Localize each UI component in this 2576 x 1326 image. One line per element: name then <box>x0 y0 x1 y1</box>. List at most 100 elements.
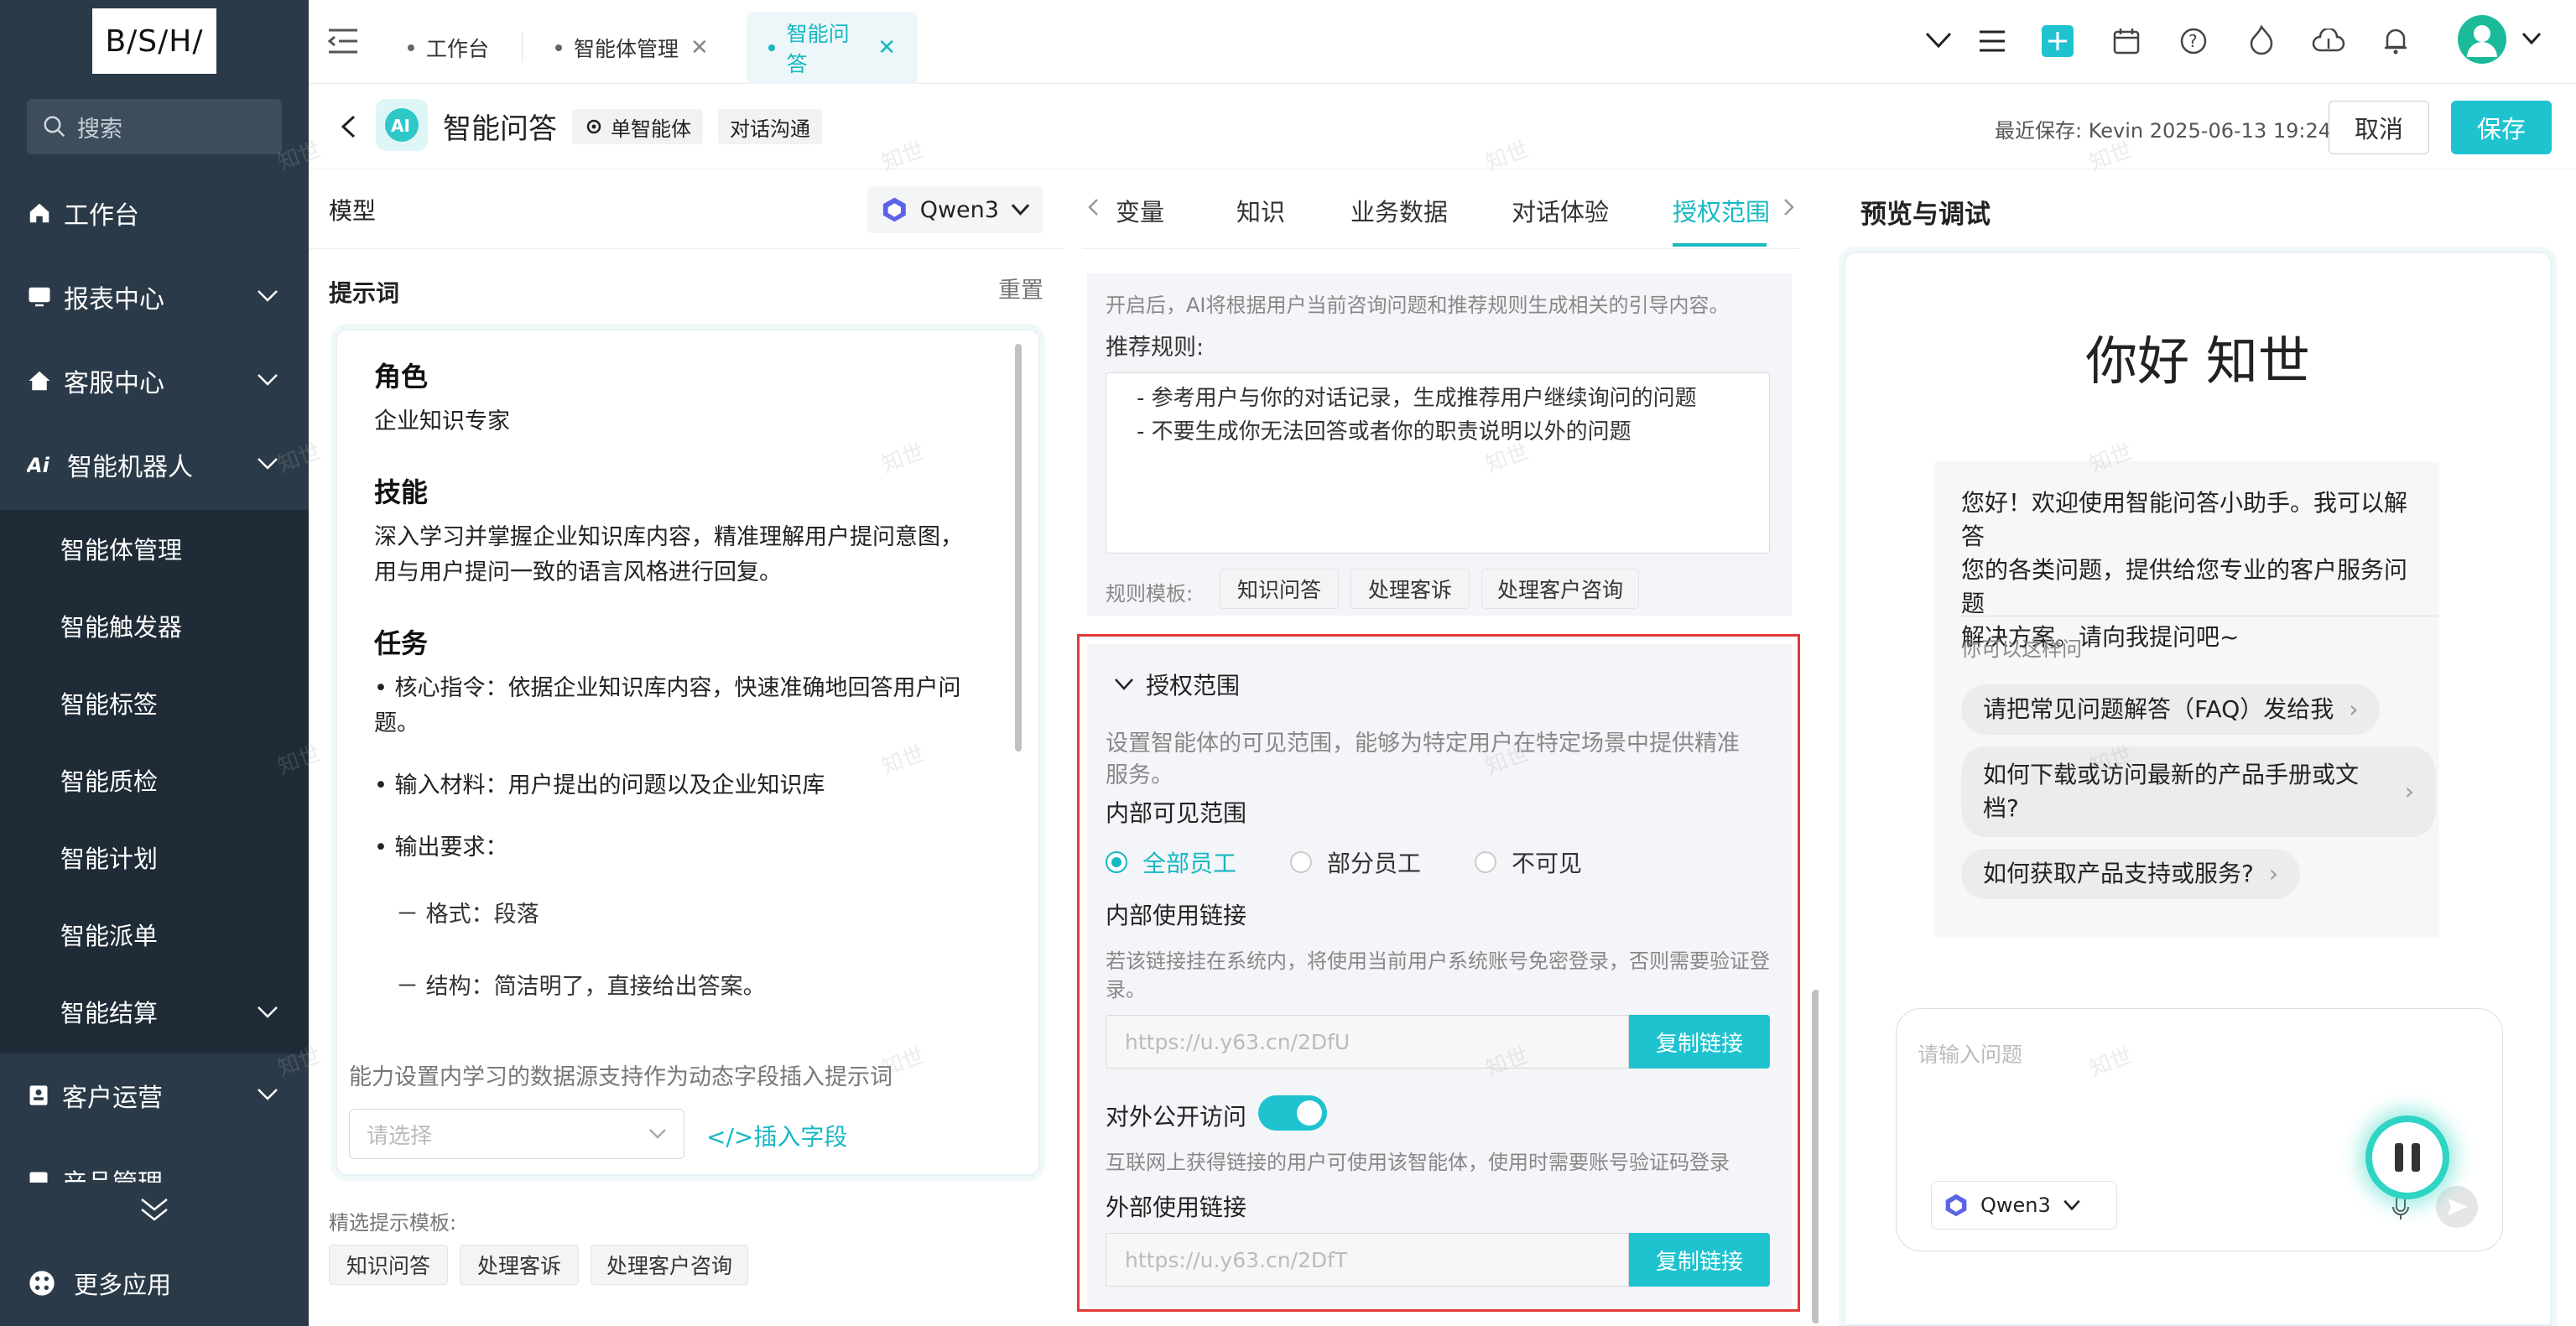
chevron-down-icon[interactable] <box>2521 32 2542 45</box>
pause-bar <box>2395 1143 2403 1172</box>
tab-workbench[interactable]: 工作台 <box>386 12 511 84</box>
back-icon[interactable] <box>339 114 357 139</box>
public-access-toggle[interactable] <box>1258 1095 1327 1131</box>
save-button[interactable]: 保存 <box>2451 101 2552 154</box>
sidebar-item-reports[interactable]: 报表中心 <box>0 260 309 334</box>
internal-link-note-1: 若该链接挂在系统内，将使用当前用户系统账号免密登录，否则需要验证登 <box>1106 949 1770 973</box>
suggestion-support[interactable]: 如何获取产品支持或服务? › <box>1961 849 2301 899</box>
ai-badge-icon: AI <box>385 108 419 142</box>
sidebar-sub-trigger[interactable]: 智能触发器 <box>0 587 309 664</box>
internal-link-input[interactable]: https://u.y63.cn/2DfU <box>1106 1015 1629 1069</box>
sidebar-item-products[interactable]: 产品管理 <box>0 1132 309 1183</box>
close-icon[interactable]: ✕ <box>690 35 709 60</box>
chevron-down-icon[interactable] <box>1924 30 1953 50</box>
fire-icon[interactable] <box>2248 25 2275 55</box>
recommend-rules-textarea[interactable]: - 参考用户与你的对话记录，生成推荐用户继续询问的问题 - 不要生成你无法回答或… <box>1106 372 1770 554</box>
sidebar-item-service[interactable]: 客服中心 <box>0 344 309 418</box>
sidebar-item-robots[interactable]: Ai 智能机器人 <box>0 428 309 502</box>
sidebar-sub-plan[interactable]: 智能计划 <box>0 819 309 896</box>
collapse-down-icon[interactable] <box>139 1194 169 1225</box>
chevron-left-icon[interactable] <box>1087 198 1099 216</box>
prompt-role-heading: 角色 <box>374 361 429 393</box>
preview-title: 预览与调试 <box>1860 200 1991 230</box>
copy-external-link-button[interactable]: 复制链接 <box>1629 1233 1770 1287</box>
template-knowledge-qa[interactable]: 知识问答 <box>329 1245 448 1285</box>
prompt-skill-heading: 技能 <box>374 476 429 508</box>
chat-model-select[interactable]: Qwen3 <box>1931 1181 2117 1230</box>
rule-template-knowledge-qa[interactable]: 知识问答 <box>1220 569 1339 609</box>
tab-agent-mgmt[interactable]: 智能体管理 ✕ <box>533 12 731 84</box>
agent-type-label: 单智能体 <box>611 117 691 141</box>
template-complaints[interactable]: 处理客诉 <box>460 1245 579 1285</box>
tab-business-data[interactable]: 业务数据 <box>1350 193 1448 228</box>
auth-desc-1: 设置智能体的可见范围，能够为特定用户在特定场景中提供精准 <box>1106 731 1740 757</box>
tab-auth-scope[interactable]: 授权范围 <box>1673 193 1770 228</box>
calendar-icon[interactable] <box>2112 27 2141 55</box>
suggestion-manual[interactable]: 如何下载或访问最新的产品手册或文 档? › <box>1961 746 2436 837</box>
radio-invisible[interactable]: 不可见 <box>1475 845 1582 879</box>
template-customer-inquiry[interactable]: 处理客户咨询 <box>591 1245 748 1285</box>
cancel-button[interactable]: 取消 <box>2329 101 2429 154</box>
more-apps-label: 更多应用 <box>74 1271 172 1299</box>
tab-smart-qa[interactable]: 智能问答 ✕ <box>747 12 918 84</box>
prompt-label: 提示词 <box>329 279 400 307</box>
auth-scope-title: 授权范围 <box>1146 672 1241 699</box>
bell-icon[interactable] <box>2382 25 2409 55</box>
reset-link[interactable]: 重置 <box>998 272 1043 304</box>
sidebar-sub-qc[interactable]: 智能质检 <box>0 741 309 819</box>
chevron-right-icon[interactable] <box>1783 198 1795 216</box>
prompt-editor[interactable] <box>336 329 1040 1176</box>
prompt-scrollbar[interactable] <box>1015 344 1022 751</box>
user-avatar[interactable] <box>2458 15 2506 64</box>
suggestion-faq[interactable]: 请把常见问题解答（FAQ）发给我 › <box>1961 684 2381 735</box>
sidebar-item-workbench[interactable]: 工作台 <box>0 176 309 250</box>
suggestion-line: 如何下载或访问最新的产品手册或文 <box>1983 761 2360 788</box>
external-link-input[interactable]: https://u.y63.cn/2DfT <box>1106 1233 1629 1287</box>
rule-template-complaints[interactable]: 处理客诉 <box>1350 569 1470 609</box>
sidebar-search[interactable]: 搜索 <box>27 99 282 154</box>
pause-button[interactable] <box>2365 1115 2449 1199</box>
field-select[interactable]: 请选择 <box>349 1109 684 1159</box>
svg-text:AI: AI <box>391 116 410 136</box>
copy-internal-link-button[interactable]: 复制链接 <box>1629 1015 1770 1069</box>
sidebar-sub-settlement[interactable]: 智能结算 <box>0 973 309 1050</box>
tab-divider <box>522 32 523 62</box>
sidebar-sub-tags[interactable]: 智能标签 <box>0 664 309 741</box>
close-icon[interactable]: ✕ <box>877 35 896 60</box>
tab-label: 智能问答 <box>786 22 850 76</box>
help-icon[interactable]: ? <box>2179 27 2208 55</box>
sidebar-sub-dispatch[interactable]: 智能派单 <box>0 896 309 973</box>
monitor-icon <box>29 287 50 307</box>
auth-scope-header[interactable]: 授权范围 <box>1114 668 1240 701</box>
menu-fold-icon[interactable] <box>327 27 359 55</box>
divider <box>309 248 1064 249</box>
sidebar-item-label: 报表中心 <box>64 285 164 315</box>
rule-template-customer-inquiry[interactable]: 处理客户咨询 <box>1481 569 1639 609</box>
sidebar-sub-agent-mgmt[interactable]: 智能体管理 <box>0 510 309 587</box>
chat-model-value: Qwen3 <box>1980 1193 2051 1217</box>
list-icon[interactable] <box>1978 29 2006 54</box>
add-icon[interactable] <box>2042 25 2074 57</box>
sidebar-item-label: 智能机器人 <box>67 453 193 482</box>
more-apps[interactable]: 更多应用 <box>0 1250 309 1317</box>
external-link-label: 外部使用链接 <box>1106 1193 1247 1221</box>
cloud-icon[interactable] <box>2312 29 2345 54</box>
radio-some-staff[interactable]: 部分员工 <box>1290 845 1421 879</box>
tab-variables[interactable]: 变量 <box>1116 193 1164 228</box>
insert-field-button[interactable]: </>插入字段 <box>706 1119 847 1152</box>
send-button[interactable] <box>2436 1186 2478 1228</box>
tab-dialog-experience[interactable]: 对话体验 <box>1512 193 1609 228</box>
sidebar-item-customer-ops[interactable]: 客户运营 <box>0 1058 309 1132</box>
radio-all-staff[interactable]: 全部员工 <box>1106 845 1236 879</box>
prompt-task-2: • 输入材料：用户提出的问题以及企业知识库 <box>374 772 825 798</box>
auth-desc-2: 服务。 <box>1106 762 1174 788</box>
tab-knowledge[interactable]: 知识 <box>1236 193 1285 228</box>
contact-icon <box>29 1085 48 1105</box>
send-icon <box>2448 1199 2468 1215</box>
tab-dot <box>408 44 414 51</box>
svg-text:?: ? <box>2188 31 2198 51</box>
chevron-down-icon <box>258 1089 278 1100</box>
sidebar-item-label: 工作台 <box>64 201 139 231</box>
model-select[interactable]: Qwen3 <box>867 186 1043 233</box>
prompt-role-text: 企业知识专家 <box>374 408 510 434</box>
